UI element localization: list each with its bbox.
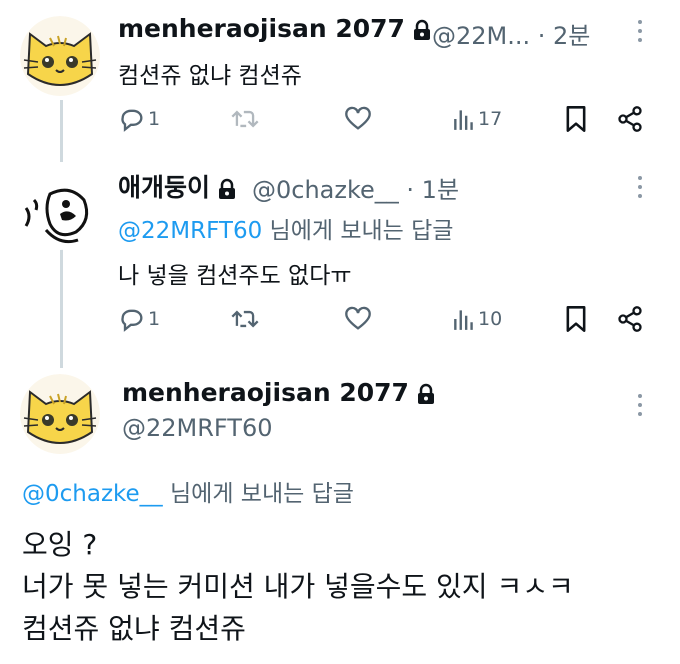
reply-count: 1 — [148, 308, 161, 330]
retweet-button[interactable] — [230, 102, 260, 136]
tweet-actions: 1 17 — [118, 102, 648, 136]
reply-button[interactable]: 1 — [118, 302, 160, 336]
avatar-menheraojisan[interactable] — [20, 374, 100, 454]
replying-mention-link[interactable]: @22MRFT60 — [118, 218, 262, 244]
thread-line — [60, 240, 63, 368]
author-name[interactable]: menheraojisan 2077 — [122, 378, 435, 407]
cat-avatar-icon — [20, 16, 100, 96]
lock-icon — [219, 178, 236, 199]
main-tweet-line-2: 너가 못 넣는 커미션 내가 넣을수도 있지 ㅋㅅㅋ — [22, 570, 574, 603]
bookmark-button[interactable] — [564, 302, 588, 336]
author-name-text: menheraojisan 2077 — [118, 14, 405, 43]
tweet-text: 나 넣을 컴션주도 없다ㅠ — [118, 263, 352, 289]
heart-icon — [345, 106, 371, 130]
reply-count: 1 — [148, 108, 161, 130]
replying-suffix: 님에게 보내는 답글 — [262, 218, 454, 244]
bookmark-icon — [566, 306, 586, 332]
tweet-text: 컴션쥬 없냐 컴션쥬 — [118, 63, 302, 89]
view-count: 10 — [478, 308, 503, 330]
like-button[interactable] — [344, 102, 372, 136]
author-handle[interactable]: @22MRFT60 — [122, 414, 273, 442]
more-options-icon[interactable] — [637, 20, 643, 47]
replying-mention-link[interactable]: @0chazke__ — [22, 481, 163, 507]
bookmark-button[interactable] — [564, 102, 588, 136]
handle-timestamp[interactable]: @0chazke__ · 1분 — [252, 170, 459, 205]
share-button[interactable] — [616, 302, 644, 336]
share-button[interactable] — [616, 102, 644, 136]
more-options-icon[interactable] — [637, 176, 643, 203]
main-tweet-line-1: 오잉 ? — [22, 528, 98, 561]
cat-avatar-icon — [20, 374, 100, 454]
heart-icon — [345, 306, 371, 330]
views-chart-icon — [454, 310, 473, 330]
views-chart-icon — [454, 110, 473, 130]
more-options-icon[interactable] — [637, 394, 643, 421]
author-name-text: menheraojisan 2077 — [122, 378, 409, 407]
author-name[interactable]: 애개둥이 — [118, 168, 236, 204]
view-count: 17 — [478, 108, 503, 130]
views-button[interactable]: 10 — [452, 302, 502, 336]
reply-icon — [121, 309, 143, 332]
bookmark-icon — [566, 106, 586, 132]
replying-suffix: 님에게 보내는 답글 — [162, 481, 354, 507]
tweet-actions: 1 10 — [118, 302, 648, 336]
reply-button[interactable]: 1 — [118, 102, 160, 136]
share-icon — [618, 306, 642, 332]
author-name-text: 애개둥이 — [118, 173, 211, 202]
lock-icon — [417, 383, 434, 404]
handle-timestamp[interactable]: @22M... · 2분 — [432, 16, 590, 51]
retweet-icon — [231, 110, 259, 128]
views-button[interactable]: 17 — [452, 102, 502, 136]
author-name[interactable]: menheraojisan 2077 — [118, 14, 431, 43]
avatar-menheraojisan[interactable] — [20, 16, 100, 96]
lock-icon — [413, 19, 430, 40]
main-tweet-line-3: 컴션쥬 없냐 컴션쥬 — [22, 612, 246, 645]
reply-icon — [121, 109, 143, 132]
retweet-icon — [231, 310, 259, 328]
retweet-button[interactable] — [230, 302, 260, 336]
thread-line — [60, 100, 63, 162]
replying-to: @22MRFT60 님에게 보내는 답글 — [118, 211, 453, 245]
avatar-aegaedungi[interactable] — [20, 170, 100, 250]
doodle-avatar-icon — [20, 170, 100, 250]
like-button[interactable] — [344, 302, 372, 336]
replying-to: @0chazke__ 님에게 보내는 답글 — [22, 474, 354, 508]
share-icon — [618, 106, 642, 132]
